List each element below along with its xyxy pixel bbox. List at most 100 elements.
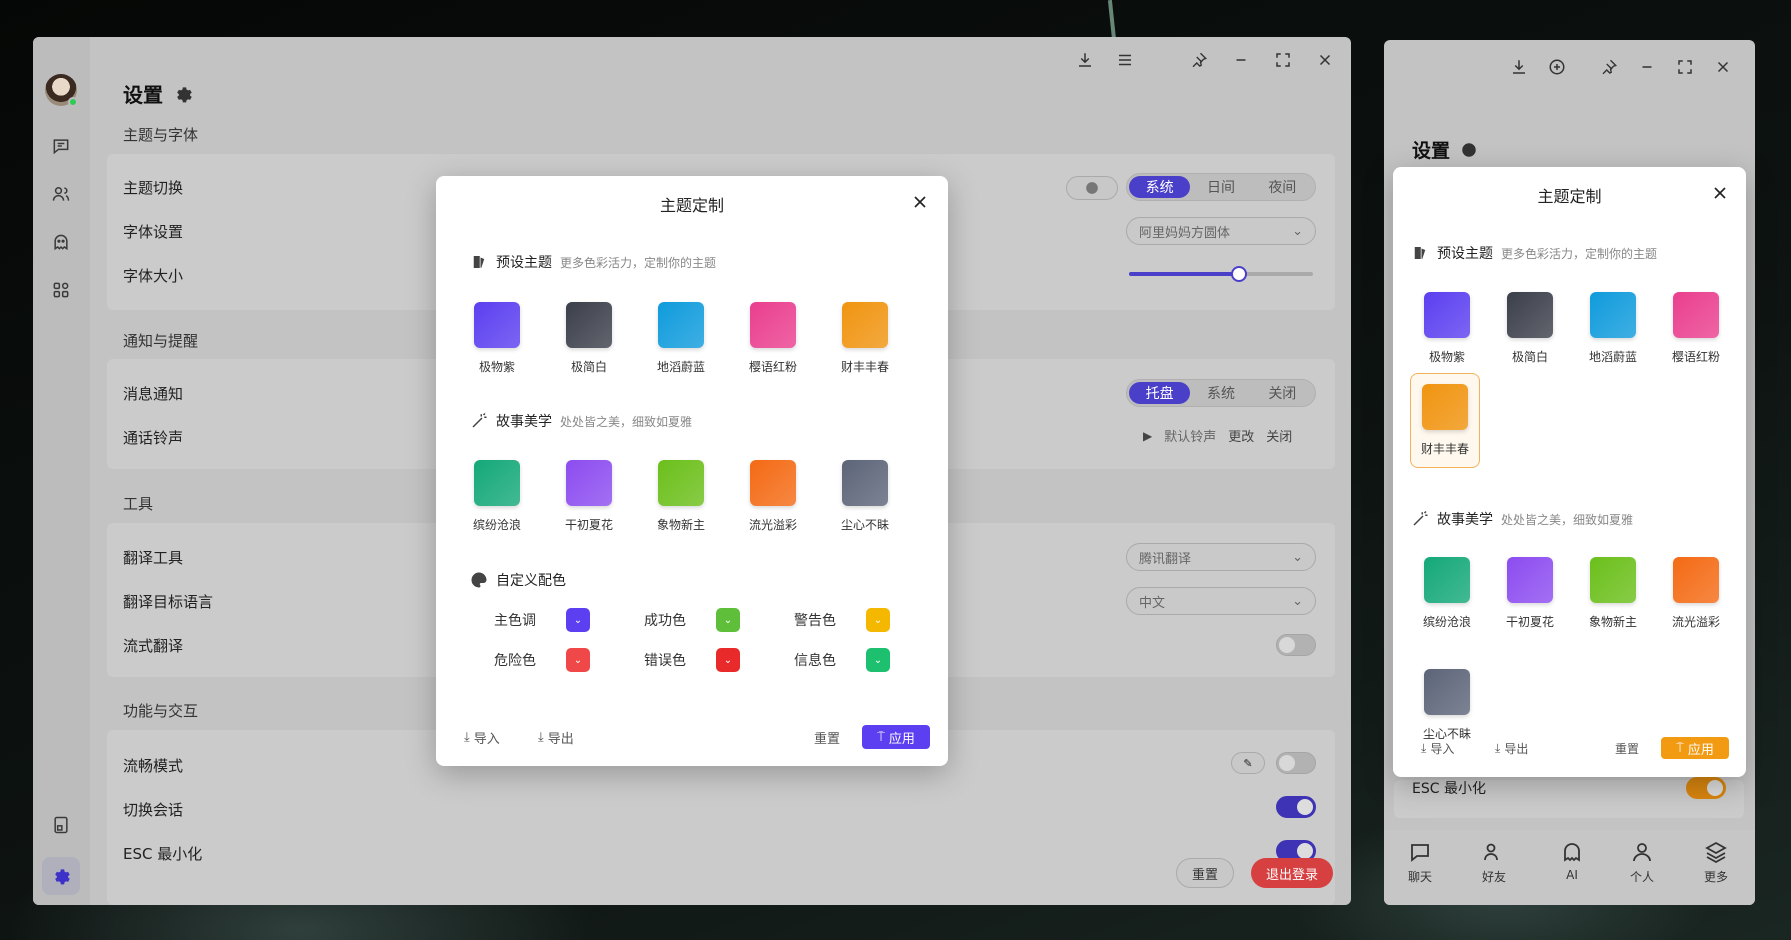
theme-swatch[interactable]: 缤纷沧浪 [1412,557,1482,630]
nav-more[interactable]: 更多 [1704,840,1728,885]
custom-color-label: 错误色 [644,653,686,669]
side-reset-button[interactable]: 重置 [1615,740,1639,757]
nav-chat[interactable]: 聊天 [1408,840,1432,885]
theme-swatch[interactable]: 流光溢彩 [1661,557,1731,630]
chat-icon[interactable] [49,134,73,158]
theme-mode-segment[interactable]: 系统 日间 夜间 [1126,173,1316,201]
theme-swatch[interactable]: 极物紫 [1412,292,1482,365]
avatar[interactable] [45,74,78,107]
pin-icon[interactable] [1594,52,1624,82]
close-icon[interactable] [1708,52,1738,82]
color-picker-button[interactable]: ⌄ [566,608,590,632]
switch-session-toggle[interactable] [1276,796,1316,818]
nav-friends[interactable]: 好友 [1482,840,1506,885]
theme-swatch[interactable]: 尘心不眛 [1412,669,1482,742]
import-link[interactable]: ⤓ 导入 [464,728,500,747]
theme-swatch[interactable]: 缤纷沧浪 [462,460,532,533]
apps-grid-icon[interactable] [49,278,73,302]
mini-window-icon[interactable] [49,813,73,837]
notify-off-option[interactable]: 关闭 [1252,382,1313,404]
edit-button[interactable]: ✎ [1231,752,1265,774]
side-import-link[interactable]: ⤓ 导入 [1421,740,1454,757]
pin-icon[interactable] [1184,45,1214,75]
maximize-icon[interactable] [1670,52,1700,82]
notify-system-option[interactable]: 系统 [1190,382,1251,404]
palette-icon [471,572,487,588]
magic-wand-icon [472,412,487,428]
minimize-icon[interactable] [1632,52,1662,82]
reset-button[interactable]: 重置 [1176,858,1234,888]
nav-profile[interactable]: 个人 [1630,840,1654,885]
apply-button[interactable]: ⍑ 应用 [862,725,930,749]
theme-name: 干初夏花 [564,518,613,532]
theme-system-option[interactable]: 系统 [1129,176,1191,198]
theme-swatch[interactable]: 象物新主 [646,460,716,533]
theme-swatch[interactable]: 尘心不眛 [830,460,900,533]
theme-swatch[interactable]: 象物新主 [1578,557,1648,630]
side-esc-toggle[interactable] [1686,777,1726,799]
ringtone-close-link[interactable]: 关闭 [1266,426,1292,445]
side-theme-dialog: 主题定制 预设主题 更多色彩活力，定制你的主题 极物紫 极简白 地滔蔚蓝 樱语红粉 财丰… [1393,167,1746,777]
theme-swatch[interactable]: 极简白 [1495,292,1565,365]
palette-button[interactable] [1066,176,1118,200]
side-apply-button[interactable]: ⍑ 应用 [1661,737,1729,759]
theme-swatch[interactable]: 地滔蔚蓝 [1578,292,1648,365]
palette-icon [1086,182,1098,194]
theme-swatch[interactable]: 财丰丰春 [1410,373,1480,468]
download-icon[interactable] [1504,52,1534,82]
theme-swatch[interactable]: 樱语红粉 [738,302,808,375]
maximize-icon[interactable] [1268,45,1298,75]
color-picker-button[interactable]: ⌄ [566,648,590,672]
theme-swatch[interactable]: 地滔蔚蓝 [646,302,716,375]
translate-tool-select[interactable]: 腾讯翻译 ⌄ [1126,543,1316,571]
notify-tray-option[interactable]: 托盘 [1129,382,1191,404]
color-picker-button[interactable]: ⌄ [866,608,890,632]
friends-icon[interactable] [49,182,73,206]
menu-icon[interactable] [1110,45,1140,75]
ai-ghost-icon[interactable] [49,230,73,254]
theme-swatch[interactable]: 樱语红粉 [1661,292,1731,365]
color-picker-button[interactable]: ⌄ [866,648,890,672]
close-icon[interactable] [1710,183,1730,203]
minimize-icon[interactable] [1226,45,1256,75]
theme-color-chip [1507,292,1553,338]
nav-ai[interactable]: AI [1560,840,1584,882]
ringtone-change-link[interactable]: 更改 [1228,426,1254,445]
close-icon[interactable] [910,192,930,212]
side-page-title: 设置 [1412,136,1478,163]
font-size-slider[interactable] [1129,266,1313,282]
smooth-mode-label: 流畅模式 [123,757,184,775]
close-icon[interactable] [1310,45,1340,75]
theme-swatch[interactable]: 极简白 [554,302,624,375]
side-export-link[interactable]: ⤓ 导出 [1495,740,1528,757]
theme-swatch[interactable]: 流光溢彩 [738,460,808,533]
add-circle-icon[interactable] [1542,52,1572,82]
notify-mode-segment[interactable]: 托盘 系统 关闭 [1126,379,1316,407]
smooth-mode-toggle[interactable] [1276,752,1316,774]
translate-target-select[interactable]: 中文 ⌄ [1126,587,1316,615]
theme-swatch[interactable]: 财丰丰春 [830,302,900,375]
theme-night-option[interactable]: 夜间 [1252,176,1313,198]
settings-nav-button[interactable] [42,857,80,895]
import-icon: ⤓ [1421,741,1427,755]
theme-name: 流光溢彩 [748,518,797,532]
theme-name: 极简白 [570,360,607,374]
theme-color-chip [474,460,520,506]
font-select[interactable]: 阿里妈妈方圆体 ⌄ [1126,217,1316,245]
pencil-icon: ✎ [1243,756,1253,770]
theme-swatch[interactable]: 极物紫 [462,302,532,375]
dialog-reset-button[interactable]: 重置 [814,728,840,747]
logout-button[interactable]: 退出登录 [1251,858,1333,888]
play-icon[interactable]: ▶ [1143,429,1152,443]
section-notify-title: 通知与提醒 [123,332,199,350]
theme-color-chip [842,460,888,506]
theme-day-option[interactable]: 日间 [1190,176,1251,198]
theme-color-chip [566,302,612,348]
stream-translate-toggle[interactable] [1276,634,1316,656]
theme-swatch[interactable]: 干初夏花 [554,460,624,533]
color-picker-button[interactable]: ⌄ [716,648,740,672]
export-link[interactable]: ⤓ 导出 [538,728,574,747]
theme-swatch[interactable]: 干初夏花 [1495,557,1565,630]
download-icon[interactable] [1070,45,1100,75]
color-picker-button[interactable]: ⌄ [716,608,740,632]
